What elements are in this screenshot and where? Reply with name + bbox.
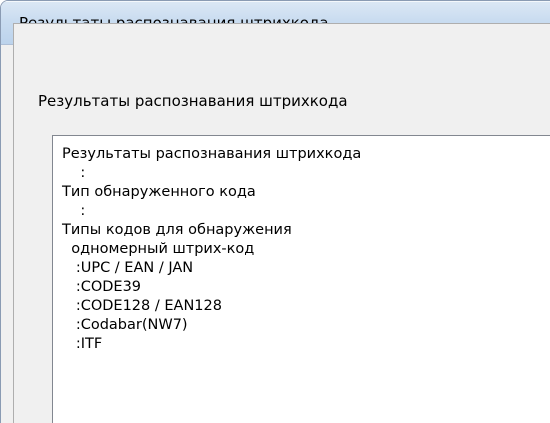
code-types-to-detect-label: Типы кодов для обнаружения — [62, 222, 292, 238]
results-line-heading: Результаты распознавания штрихкода — [62, 146, 362, 162]
code-type-code128-ean128: :CODE128 / EAN128 — [62, 298, 222, 314]
results-line-value-1: : — [62, 165, 86, 181]
detected-code-type-value: : — [62, 203, 86, 219]
one-dimensional-barcode-label: одномерный штрих-код — [62, 241, 255, 257]
detected-code-type-label: Тип обнаруженного кода — [62, 184, 256, 200]
code-type-codabar: :Codabar(NW7) — [62, 317, 188, 333]
code-type-code39: :CODE39 — [62, 279, 142, 295]
results-list: Результаты распознавания штрихкода : Тип… — [62, 145, 361, 354]
code-type-upc-ean-jan: :UPC / EAN / JAN — [62, 260, 194, 276]
code-type-itf: :ITF — [62, 336, 103, 352]
section-title: Результаты распознавания штрихкода — [38, 92, 348, 110]
